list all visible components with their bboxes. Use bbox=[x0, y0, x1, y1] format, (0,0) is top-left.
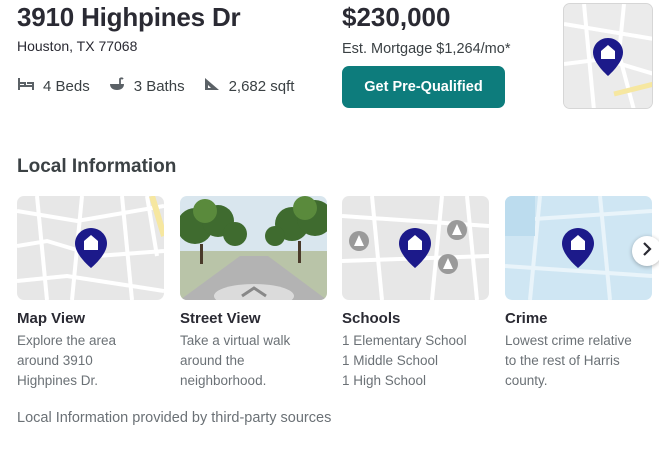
map-thumbnail[interactable] bbox=[563, 3, 653, 109]
school-icon bbox=[447, 220, 467, 240]
map-view-card[interactable]: Map View Explore the area around 3910 Hi… bbox=[17, 196, 165, 391]
card-description: Lowest crime relative to the rest of Har… bbox=[505, 333, 632, 388]
card-description: Take a virtual walk around the neighborh… bbox=[180, 333, 291, 388]
map-view-image[interactable] bbox=[17, 196, 164, 300]
card-title: Schools bbox=[342, 310, 401, 327]
baths-fact: 3 Baths bbox=[108, 76, 185, 96]
local-info-title: Local Information bbox=[17, 156, 177, 177]
card-description: 1 Elementary School 1 Middle School 1 Hi… bbox=[342, 333, 467, 388]
sqft-label: 2,682 sqft bbox=[228, 77, 295, 95]
third-party-note: Local Information provided by third-part… bbox=[17, 410, 332, 426]
sqft-fact: 2,682 sqft bbox=[203, 76, 295, 96]
schools-card[interactable]: Schools 1 Elementary School 1 Middle Sch… bbox=[342, 196, 490, 391]
property-price: $230,000 bbox=[342, 2, 451, 32]
street-view-image[interactable] bbox=[180, 196, 327, 300]
property-facts: 4 Beds 3 Baths 2,682 sqft bbox=[17, 76, 312, 96]
estimated-mortgage: Est. Mortgage $1,264/mo* bbox=[342, 41, 511, 57]
school-icon bbox=[349, 231, 369, 251]
beds-label: 4 Beds bbox=[43, 77, 90, 95]
property-address: 3910 Highpines Dr bbox=[17, 2, 241, 32]
baths-label: 3 Baths bbox=[133, 77, 185, 95]
card-description: Explore the area around 3910 Highpines D… bbox=[17, 333, 117, 388]
crime-card[interactable]: Crime Lowest crime relative to the rest … bbox=[505, 196, 653, 391]
card-title: Street View bbox=[180, 310, 261, 327]
bath-icon bbox=[108, 76, 134, 96]
bed-icon bbox=[17, 76, 43, 96]
school-icon bbox=[438, 254, 458, 274]
crime-image[interactable] bbox=[505, 196, 652, 300]
schools-image[interactable] bbox=[342, 196, 489, 300]
beds-fact: 4 Beds bbox=[17, 76, 90, 96]
carousel-next-button[interactable] bbox=[632, 236, 659, 266]
card-title: Crime bbox=[505, 310, 548, 327]
street-view-card[interactable]: Street View Take a virtual walk around t… bbox=[180, 196, 328, 391]
ruler-icon bbox=[203, 76, 229, 96]
chevron-right-icon bbox=[641, 241, 653, 261]
get-prequalified-button[interactable]: Get Pre-Qualified bbox=[342, 66, 505, 108]
card-title: Map View bbox=[17, 310, 86, 327]
property-city: Houston, TX 77068 bbox=[17, 38, 138, 54]
